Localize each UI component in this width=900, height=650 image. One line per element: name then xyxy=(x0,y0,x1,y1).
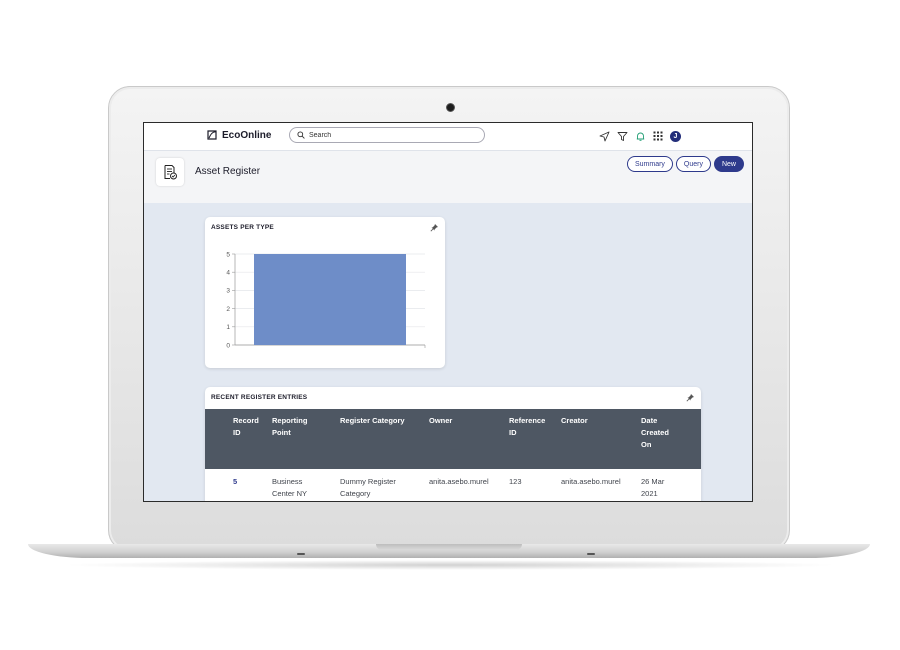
cell-line: Center NY xyxy=(272,489,308,498)
asset-register-icon xyxy=(156,158,184,186)
laptop-shadow xyxy=(60,560,840,570)
laptop-foot-right xyxy=(587,553,595,555)
widget-title: RECENT REGISTER ENTRIES xyxy=(211,394,308,401)
top-actions: J xyxy=(598,130,681,142)
header-line: Date xyxy=(641,416,658,425)
cell-register-category: Dummy Register Category xyxy=(340,476,396,500)
filter-icon[interactable] xyxy=(616,130,628,142)
column-header-reporting-point[interactable]: Reporting Point xyxy=(272,415,307,439)
y-tick-label: 4 xyxy=(226,270,230,277)
header-line: Created xyxy=(641,428,669,437)
y-tick-label: 0 xyxy=(226,342,230,349)
top-bar: EcoOnline Search J xyxy=(144,123,752,151)
y-tick-label: 3 xyxy=(226,288,230,295)
page-title: Asset Register xyxy=(195,166,261,177)
cell-creator: anita.asebo.murel xyxy=(561,477,621,486)
header-line: Reference xyxy=(509,416,546,425)
app-screen: EcoOnline Search J Asset Register Summar… xyxy=(143,122,753,502)
assets-per-type-chart: 0 1 2 3 4 5 xyxy=(226,251,426,349)
pin-icon[interactable] xyxy=(430,223,439,232)
webcam xyxy=(446,103,455,112)
pin-icon[interactable] xyxy=(686,393,695,402)
header-line: Record xyxy=(233,416,259,425)
header-line: Point xyxy=(272,428,291,437)
cell-line: Category xyxy=(340,489,371,498)
header-line: Creator xyxy=(561,416,588,425)
cell-line: Dummy Register xyxy=(340,477,396,486)
bell-icon[interactable] xyxy=(634,130,646,142)
y-tick-label: 5 xyxy=(226,251,230,258)
header-line: ID xyxy=(509,428,517,437)
header-line: Register Category xyxy=(340,416,405,425)
laptop-foot-left xyxy=(297,553,305,555)
header-line: On xyxy=(641,440,652,449)
cell-line: 2021 xyxy=(641,489,658,498)
column-header-creator[interactable]: Creator xyxy=(561,415,588,427)
cell-owner: anita.asebo.murel xyxy=(429,477,489,486)
widget-title: ASSETS PER TYPE xyxy=(211,224,274,231)
cell-record-id[interactable]: 5 xyxy=(233,476,237,488)
search-input[interactable] xyxy=(309,131,469,139)
table-header: Record ID Reporting Point Register Categ… xyxy=(205,409,701,469)
new-button[interactable]: New xyxy=(713,156,744,172)
laptop-notch xyxy=(376,544,522,550)
column-header-register-category[interactable]: Register Category xyxy=(340,415,405,427)
ecoonline-logo-icon xyxy=(207,130,217,140)
apps-grid-icon[interactable] xyxy=(652,130,664,142)
header-line: Owner xyxy=(429,416,453,425)
search-icon xyxy=(297,131,305,139)
header-actions: Summary Query New xyxy=(626,156,744,172)
summary-button[interactable]: Summary xyxy=(626,156,673,172)
send-icon[interactable] xyxy=(598,130,610,142)
recent-register-entries-widget: RECENT REGISTER ENTRIES Record ID Report… xyxy=(205,387,701,501)
user-avatar[interactable]: J xyxy=(670,130,681,142)
header-line: ID xyxy=(233,428,241,437)
y-tick-label: 2 xyxy=(226,306,230,313)
page-header: Asset Register Summary Query New xyxy=(144,151,752,203)
brand-name: EcoOnline xyxy=(222,129,272,141)
cell-line: 26 Mar xyxy=(641,477,665,486)
cell-reporting-point: Business Center NY xyxy=(272,476,307,500)
column-header-record-id[interactable]: Record ID xyxy=(233,415,259,439)
column-header-reference-id[interactable]: Reference ID xyxy=(509,415,545,439)
assets-per-type-widget: ASSETS PER TYPE 0 1 2 3 4 5 xyxy=(205,217,445,368)
bar xyxy=(254,254,406,345)
y-tick-label: 1 xyxy=(226,324,230,331)
cell-reference-id: 123 xyxy=(509,477,522,486)
cell-line: Business xyxy=(272,477,303,486)
column-header-date-created[interactable]: Date Created On xyxy=(641,415,669,451)
cell-date-created: 26 Mar 2021 xyxy=(641,476,664,500)
column-header-owner[interactable]: Owner xyxy=(429,415,452,427)
header-line: Reporting xyxy=(272,416,308,425)
search-box[interactable] xyxy=(289,127,485,143)
brand-logo[interactable]: EcoOnline xyxy=(206,129,271,141)
query-button[interactable]: Query xyxy=(675,156,711,172)
